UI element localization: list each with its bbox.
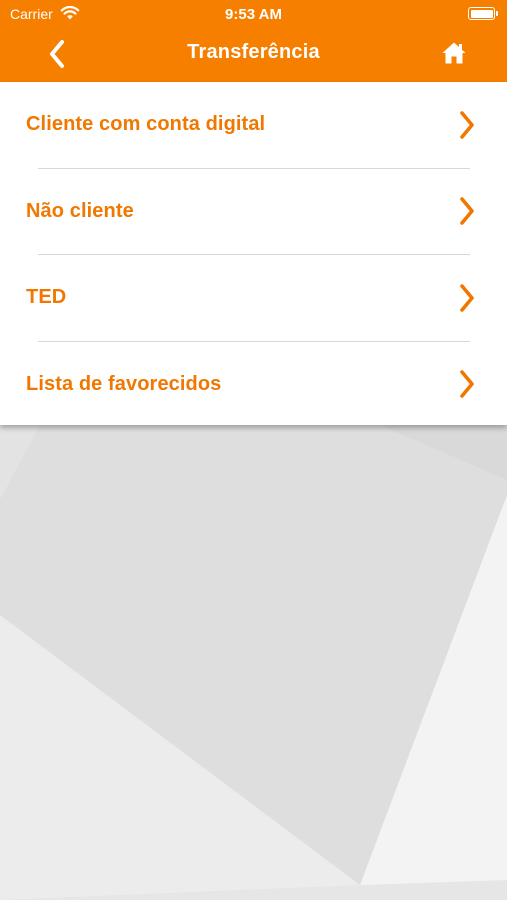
chevron-right-icon [460, 110, 474, 139]
transfer-options-list: Cliente com conta digital Não cliente TE… [0, 82, 507, 425]
battery-icon [468, 7, 498, 20]
menu-item-label: TED [26, 286, 67, 309]
home-button[interactable] [439, 39, 469, 67]
home-icon [442, 42, 466, 64]
menu-item-nao-cliente[interactable]: Não cliente [0, 169, 507, 255]
chevron-right-icon [460, 283, 474, 312]
status-bar: Carrier 9:53 AM [0, 0, 507, 28]
nav-bar: Transferência [0, 28, 507, 82]
menu-item-cliente-conta-digital[interactable]: Cliente com conta digital [0, 82, 507, 168]
chevron-right-icon [460, 370, 474, 399]
menu-item-label: Lista de favorecidos [26, 372, 222, 395]
menu-item-lista-favorecidos[interactable]: Lista de favorecidos [0, 342, 507, 428]
menu-item-label: Cliente com conta digital [26, 113, 266, 136]
header: Carrier 9:53 AM Transferência [0, 0, 507, 82]
clock: 9:53 AM [225, 6, 282, 23]
page-title: Transferência [187, 41, 320, 63]
menu-item-label: Não cliente [26, 199, 134, 222]
chevron-right-icon [460, 197, 474, 226]
menu-item-ted[interactable]: TED [0, 255, 507, 341]
